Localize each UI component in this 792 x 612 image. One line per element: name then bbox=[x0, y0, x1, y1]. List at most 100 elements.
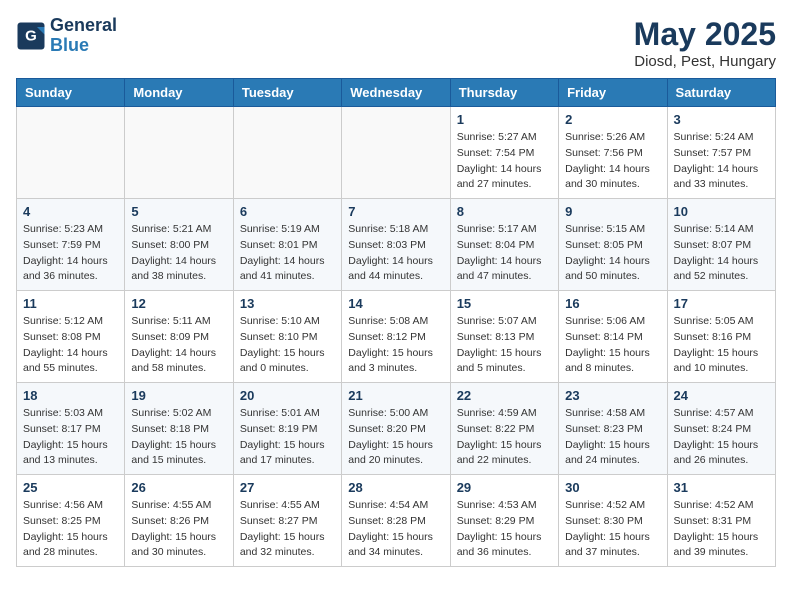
calendar-cell bbox=[233, 107, 341, 199]
day-info: Sunrise: 4:52 AM Sunset: 8:30 PM Dayligh… bbox=[565, 498, 660, 561]
day-info: Sunrise: 4:56 AM Sunset: 8:25 PM Dayligh… bbox=[23, 498, 118, 561]
day-info: Sunrise: 5:03 AM Sunset: 8:17 PM Dayligh… bbox=[23, 406, 118, 469]
week-row-0: 1Sunrise: 5:27 AM Sunset: 7:54 PM Daylig… bbox=[17, 107, 776, 199]
calendar-cell: 30 Sunrise: 4:52 AM Sunset: 8:30 PM Dayli… bbox=[559, 475, 667, 567]
week-row-4: 25 Sunrise: 4:56 AM Sunset: 8:25 PM Dayli… bbox=[17, 475, 776, 567]
day-number: 20 bbox=[240, 388, 335, 403]
logo-icon: G bbox=[16, 21, 46, 51]
calendar-cell: 1Sunrise: 5:27 AM Sunset: 7:54 PM Daylig… bbox=[450, 107, 558, 199]
day-number: 29 bbox=[457, 480, 552, 495]
logo: G General Blue bbox=[16, 16, 117, 56]
week-row-1: 4 Sunrise: 5:23 AM Sunset: 7:59 PM Daylig… bbox=[17, 199, 776, 291]
day-info: Sunrise: 4:53 AM Sunset: 8:29 PM Dayligh… bbox=[457, 498, 552, 561]
calendar-cell: 11Sunrise: 5:12 AM Sunset: 8:08 PM Dayli… bbox=[17, 291, 125, 383]
calendar-cell: 16 Sunrise: 5:06 AM Sunset: 8:14 PM Dayli… bbox=[559, 291, 667, 383]
day-info: Sunrise: 5:02 AM Sunset: 8:18 PM Dayligh… bbox=[131, 406, 226, 469]
calendar-cell: 26Sunrise: 4:55 AM Sunset: 8:26 PM Dayli… bbox=[125, 475, 233, 567]
calendar-cell: 13 Sunrise: 5:10 AM Sunset: 8:10 PM Dayli… bbox=[233, 291, 341, 383]
calendar-cell: 7 Sunrise: 5:18 AM Sunset: 8:03 PM Daylig… bbox=[342, 199, 450, 291]
calendar-cell: 3Sunrise: 5:24 AM Sunset: 7:57 PM Daylig… bbox=[667, 107, 775, 199]
day-number: 9 bbox=[565, 204, 660, 219]
weekday-header-saturday: Saturday bbox=[667, 79, 775, 107]
day-info: Sunrise: 5:06 AM Sunset: 8:14 PM Dayligh… bbox=[565, 314, 660, 377]
calendar-cell: 5 Sunrise: 5:21 AM Sunset: 8:00 PM Daylig… bbox=[125, 199, 233, 291]
logo-line2: Blue bbox=[50, 36, 117, 56]
day-number: 1 bbox=[457, 112, 552, 127]
day-number: 31 bbox=[674, 480, 769, 495]
day-info: Sunrise: 5:17 AM Sunset: 8:04 PM Dayligh… bbox=[457, 222, 552, 285]
calendar-cell: 14Sunrise: 5:08 AM Sunset: 8:12 PM Dayli… bbox=[342, 291, 450, 383]
calendar-cell: 2 Sunrise: 5:26 AM Sunset: 7:56 PM Daylig… bbox=[559, 107, 667, 199]
day-number: 23 bbox=[565, 388, 660, 403]
calendar-cell: 23 Sunrise: 4:58 AM Sunset: 8:23 PM Dayli… bbox=[559, 383, 667, 475]
calendar-cell: 6 Sunrise: 5:19 AM Sunset: 8:01 PM Daylig… bbox=[233, 199, 341, 291]
day-info: Sunrise: 5:10 AM Sunset: 8:10 PM Dayligh… bbox=[240, 314, 335, 377]
day-info: Sunrise: 4:58 AM Sunset: 8:23 PM Dayligh… bbox=[565, 406, 660, 469]
day-number: 19 bbox=[131, 388, 226, 403]
day-number: 13 bbox=[240, 296, 335, 311]
day-number: 24 bbox=[674, 388, 769, 403]
calendar-cell: 31 Sunrise: 4:52 AM Sunset: 8:31 PM Dayli… bbox=[667, 475, 775, 567]
weekday-header-tuesday: Tuesday bbox=[233, 79, 341, 107]
calendar-cell: 22 Sunrise: 4:59 AM Sunset: 8:22 PM Dayli… bbox=[450, 383, 558, 475]
day-info: Sunrise: 5:24 AM Sunset: 7:57 PM Dayligh… bbox=[674, 130, 769, 193]
weekday-header-friday: Friday bbox=[559, 79, 667, 107]
calendar-cell: 19 Sunrise: 5:02 AM Sunset: 8:18 PM Dayli… bbox=[125, 383, 233, 475]
week-row-3: 18Sunrise: 5:03 AM Sunset: 8:17 PM Dayli… bbox=[17, 383, 776, 475]
day-number: 25 bbox=[23, 480, 118, 495]
day-number: 12 bbox=[131, 296, 226, 311]
calendar-body: 1Sunrise: 5:27 AM Sunset: 7:54 PM Daylig… bbox=[17, 107, 776, 567]
calendar-cell: 10Sunrise: 5:14 AM Sunset: 8:07 PM Dayli… bbox=[667, 199, 775, 291]
day-number: 7 bbox=[348, 204, 443, 219]
day-number: 5 bbox=[131, 204, 226, 219]
day-info: Sunrise: 5:05 AM Sunset: 8:16 PM Dayligh… bbox=[674, 314, 769, 377]
weekday-header-thursday: Thursday bbox=[450, 79, 558, 107]
day-number: 30 bbox=[565, 480, 660, 495]
calendar-header: SundayMondayTuesdayWednesdayThursdayFrid… bbox=[17, 79, 776, 107]
calendar-cell: 28Sunrise: 4:54 AM Sunset: 8:28 PM Dayli… bbox=[342, 475, 450, 567]
svg-text:G: G bbox=[25, 27, 37, 44]
day-number: 4 bbox=[23, 204, 118, 219]
day-number: 22 bbox=[457, 388, 552, 403]
calendar-cell: 25 Sunrise: 4:56 AM Sunset: 8:25 PM Dayli… bbox=[17, 475, 125, 567]
calendar-cell: 15 Sunrise: 5:07 AM Sunset: 8:13 PM Dayli… bbox=[450, 291, 558, 383]
calendar-cell: 17 Sunrise: 5:05 AM Sunset: 8:16 PM Dayli… bbox=[667, 291, 775, 383]
day-number: 8 bbox=[457, 204, 552, 219]
day-info: Sunrise: 5:21 AM Sunset: 8:00 PM Dayligh… bbox=[131, 222, 226, 285]
day-number: 16 bbox=[565, 296, 660, 311]
day-info: Sunrise: 5:01 AM Sunset: 8:19 PM Dayligh… bbox=[240, 406, 335, 469]
day-info: Sunrise: 4:59 AM Sunset: 8:22 PM Dayligh… bbox=[457, 406, 552, 469]
day-info: Sunrise: 5:07 AM Sunset: 8:13 PM Dayligh… bbox=[457, 314, 552, 377]
weekday-row: SundayMondayTuesdayWednesdayThursdayFrid… bbox=[17, 79, 776, 107]
week-row-2: 11Sunrise: 5:12 AM Sunset: 8:08 PM Dayli… bbox=[17, 291, 776, 383]
day-number: 17 bbox=[674, 296, 769, 311]
calendar-cell: 4 Sunrise: 5:23 AM Sunset: 7:59 PM Daylig… bbox=[17, 199, 125, 291]
logo-line1: General bbox=[50, 16, 117, 36]
calendar: SundayMondayTuesdayWednesdayThursdayFrid… bbox=[16, 78, 776, 567]
logo-text: General Blue bbox=[50, 16, 117, 56]
day-info: Sunrise: 4:55 AM Sunset: 8:27 PM Dayligh… bbox=[240, 498, 335, 561]
day-info: Sunrise: 5:26 AM Sunset: 7:56 PM Dayligh… bbox=[565, 130, 660, 193]
day-info: Sunrise: 4:54 AM Sunset: 8:28 PM Dayligh… bbox=[348, 498, 443, 561]
day-number: 6 bbox=[240, 204, 335, 219]
day-info: Sunrise: 5:19 AM Sunset: 8:01 PM Dayligh… bbox=[240, 222, 335, 285]
day-info: Sunrise: 5:18 AM Sunset: 8:03 PM Dayligh… bbox=[348, 222, 443, 285]
month-title: May 2025 bbox=[634, 16, 776, 53]
calendar-cell: 18Sunrise: 5:03 AM Sunset: 8:17 PM Dayli… bbox=[17, 383, 125, 475]
day-info: Sunrise: 4:52 AM Sunset: 8:31 PM Dayligh… bbox=[674, 498, 769, 561]
day-number: 2 bbox=[565, 112, 660, 127]
day-info: Sunrise: 5:11 AM Sunset: 8:09 PM Dayligh… bbox=[131, 314, 226, 377]
title-block: May 2025 Diosd, Pest, Hungary bbox=[634, 16, 776, 70]
weekday-header-sunday: Sunday bbox=[17, 79, 125, 107]
day-number: 15 bbox=[457, 296, 552, 311]
calendar-cell: 27Sunrise: 4:55 AM Sunset: 8:27 PM Dayli… bbox=[233, 475, 341, 567]
day-info: Sunrise: 5:15 AM Sunset: 8:05 PM Dayligh… bbox=[565, 222, 660, 285]
calendar-cell: 24Sunrise: 4:57 AM Sunset: 8:24 PM Dayli… bbox=[667, 383, 775, 475]
day-number: 10 bbox=[674, 204, 769, 219]
day-number: 26 bbox=[131, 480, 226, 495]
calendar-cell bbox=[342, 107, 450, 199]
calendar-cell: 8 Sunrise: 5:17 AM Sunset: 8:04 PM Daylig… bbox=[450, 199, 558, 291]
day-info: Sunrise: 5:12 AM Sunset: 8:08 PM Dayligh… bbox=[23, 314, 118, 377]
location-title: Diosd, Pest, Hungary bbox=[634, 53, 776, 70]
day-info: Sunrise: 5:23 AM Sunset: 7:59 PM Dayligh… bbox=[23, 222, 118, 285]
